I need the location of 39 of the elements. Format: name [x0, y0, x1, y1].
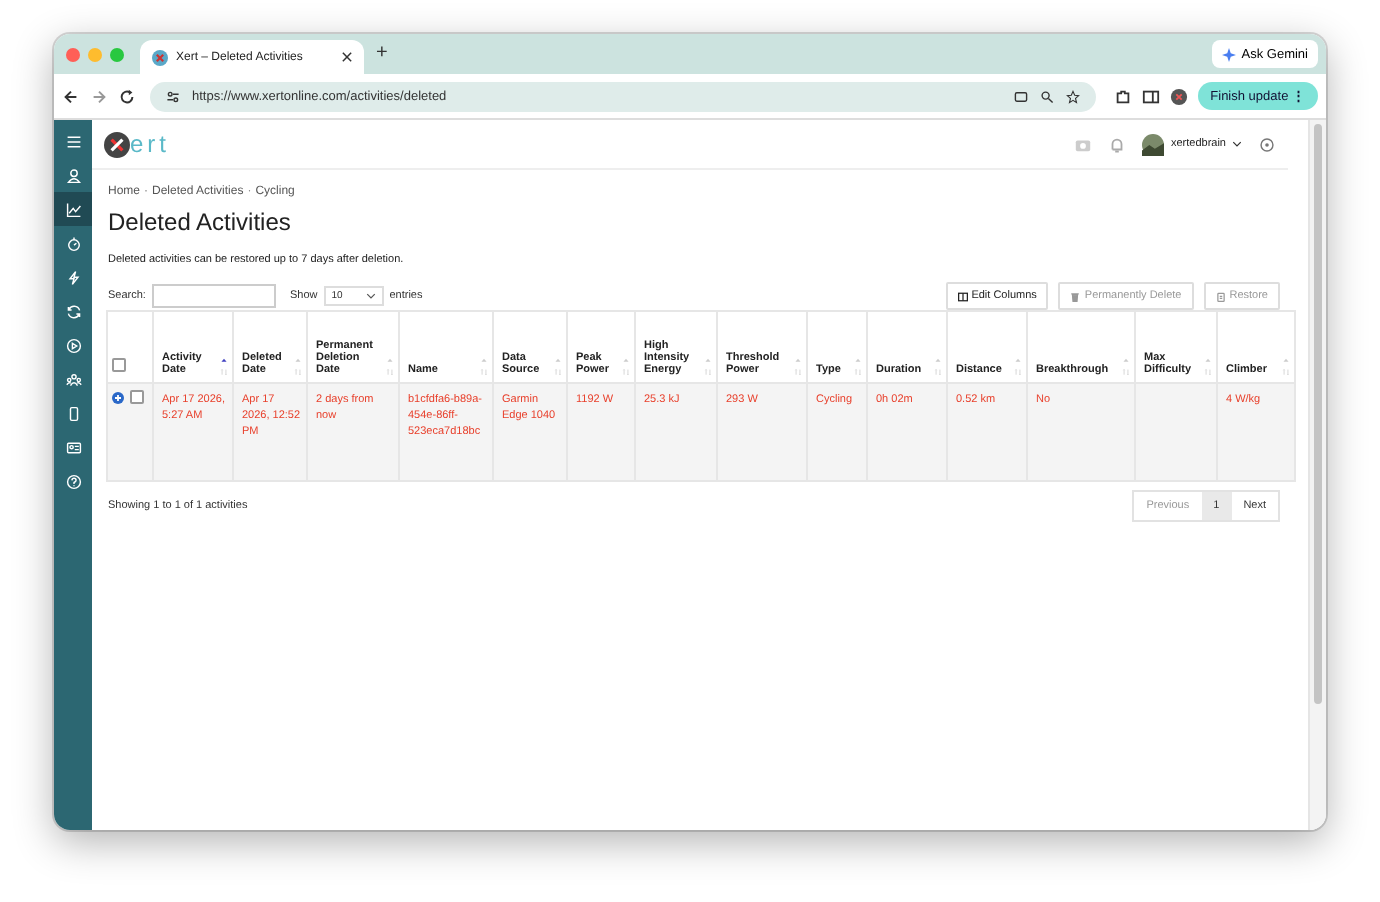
card-icon[interactable]: [65, 439, 81, 455]
select-all-checkbox[interactable]: [112, 358, 126, 372]
extensions-icon[interactable]: [1114, 87, 1133, 105]
group-icon[interactable]: [65, 371, 81, 387]
power-icon[interactable]: [1258, 135, 1276, 153]
back-icon[interactable]: [62, 87, 80, 105]
close-light[interactable]: [66, 47, 80, 61]
avatar-icon: [1142, 133, 1165, 155]
profile-icon[interactable]: [1170, 87, 1189, 105]
bell-icon[interactable]: [1108, 135, 1127, 153]
trash-icon: [1070, 291, 1081, 301]
clipboard-icon: [1215, 291, 1226, 301]
page-title: Deleted Activities: [108, 208, 293, 236]
menu-icon[interactable]: [65, 133, 81, 149]
reload-icon[interactable]: [118, 87, 136, 105]
new-tab-button[interactable]: +: [376, 44, 388, 64]
side-panel-icon[interactable]: [1142, 87, 1161, 105]
camera-icon[interactable]: [1074, 135, 1093, 153]
lightning-icon[interactable]: [65, 269, 81, 285]
forward-icon[interactable]: [90, 87, 108, 105]
play-icon[interactable]: [65, 337, 81, 353]
person-icon[interactable]: [65, 167, 81, 183]
zoom-light[interactable]: [110, 47, 124, 61]
caret-icon: [365, 292, 376, 300]
search-field[interactable]: [151, 284, 276, 308]
phone-icon[interactable]: [65, 405, 81, 421]
stopwatch-icon[interactable]: [65, 235, 81, 251]
chart-icon[interactable]: [65, 201, 81, 217]
scrollbar[interactable]: [1308, 120, 1326, 830]
logo-icon[interactable]: [104, 131, 130, 157]
close-icon[interactable]: [342, 52, 352, 62]
logo-icon: [152, 49, 168, 65]
help-icon[interactable]: [65, 473, 81, 489]
refresh-icon[interactable]: [65, 303, 81, 319]
row-checkbox[interactable]: [130, 390, 144, 404]
sparkle-icon: [1221, 47, 1236, 61]
caret-icon: [1232, 140, 1242, 148]
columns-icon: [957, 291, 968, 301]
expand-icon[interactable]: [112, 391, 124, 403]
